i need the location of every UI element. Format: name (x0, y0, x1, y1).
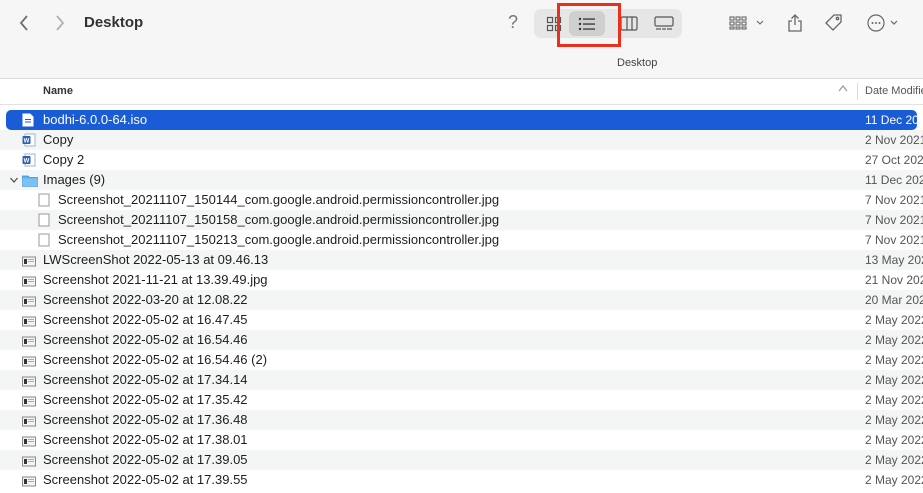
columns-icon (620, 16, 638, 31)
file-date: 11 Dec 2021 (865, 113, 923, 127)
ellipsis-circle-icon (867, 14, 898, 32)
file-row[interactable]: Screenshot 2022-05-02 at 17.36.48 2 May 2… (0, 410, 923, 430)
file-name: Screenshot 2022-05-02 at 16.54.46 (2) (43, 352, 268, 367)
file-date: 11 Dec 2021 (865, 173, 923, 187)
forward-chevron-icon[interactable] (49, 12, 71, 34)
file-row[interactable]: Screenshot_20211107_150144_com.google.an… (0, 190, 923, 210)
file-row[interactable]: W Copy 2 27 Oct 2021 (0, 150, 923, 170)
file-date: 2 May 2022 (865, 393, 923, 407)
file-date: 21 Nov 2021 (865, 273, 923, 287)
group-by-button[interactable] (728, 10, 768, 36)
file-row[interactable]: LWScreenShot 2022-05-13 at 09.46.13 13 Ma… (0, 250, 923, 270)
list-view-highlight-box (557, 3, 621, 47)
file-name: Screenshot 2022-05-02 at 17.35.42 (43, 392, 248, 407)
file-row-selected[interactable]: bodhi-6.0.0-64.iso 11 Dec 2021 (6, 110, 923, 130)
file-row[interactable]: Screenshot 2022-05-02 at 17.35.42 2 May 2… (0, 390, 923, 410)
file-row[interactable]: Screenshot 2022-03-20 at 12.08.22 20 Mar … (0, 290, 923, 310)
file-name: bodhi-6.0.0-64.iso (43, 112, 148, 127)
file-date: 7 Nov 2021 (865, 193, 923, 207)
group-grid-icon (729, 16, 764, 30)
file-date: 20 Mar 2022 (865, 293, 923, 307)
file-name: Copy 2 (43, 152, 85, 167)
file-name: Screenshot_20211107_150144_com.google.an… (58, 192, 500, 207)
svg-text:W: W (24, 139, 30, 145)
file-name: Copy (43, 132, 74, 147)
file-row[interactable]: Screenshot 2022-05-02 at 17.34.14 2 May 2… (0, 370, 923, 390)
file-date: 2 Nov 2021 (865, 133, 923, 147)
file-date: 2 May 2022 (865, 333, 923, 347)
file-date: 13 May 2022 (865, 253, 923, 267)
file-row[interactable]: Screenshot 2021-11-21 at 13.39.49.jpg 21 … (0, 270, 923, 290)
tag-icon[interactable] (822, 10, 846, 36)
svg-text:W: W (24, 159, 30, 165)
screenshot-icon (22, 473, 36, 493)
file-name: Screenshot_20211107_150213_com.google.an… (58, 232, 500, 247)
file-row[interactable]: Screenshot 2022-05-02 at 16.54.46 (2) 2 M… (0, 350, 923, 370)
window-title: Desktop (84, 14, 144, 31)
file-row[interactable]: Screenshot_20211107_150158_com.google.an… (0, 210, 923, 230)
column-divider[interactable] (857, 83, 858, 100)
file-name: Screenshot 2022-05-02 at 16.47.45 (43, 312, 248, 327)
name-column-header[interactable]: Name (43, 85, 73, 97)
gallery-icon (654, 16, 674, 30)
file-name: Screenshot 2022-05-02 at 16.54.46 (43, 332, 248, 347)
file-date: 27 Oct 2021 (865, 153, 923, 167)
gallery-view-button[interactable] (646, 11, 682, 36)
file-name: Screenshot 2022-03-20 at 12.08.22 (43, 292, 248, 307)
file-name: Screenshot 2021-11-21 at 13.39.49.jpg (43, 272, 268, 287)
file-date: 2 May 2022 (865, 373, 923, 387)
file-name: Screenshot 2022-05-02 at 17.38.01 (43, 432, 248, 447)
file-name: Screenshot 2022-05-02 at 17.34.14 (43, 372, 248, 387)
file-list: bodhi-6.0.0-64.iso 11 Dec 2021 W Copy 2 Nov … (0, 110, 923, 490)
file-row[interactable]: Screenshot_20211107_150213_com.google.an… (0, 230, 923, 250)
back-chevron-icon[interactable] (13, 12, 35, 34)
file-date: 7 Nov 2021 (865, 233, 923, 247)
column-header: Name Date Modified (0, 79, 923, 105)
file-name: Screenshot 2022-05-02 at 17.39.05 (43, 452, 248, 467)
help-icon[interactable]: ? (508, 12, 518, 33)
file-name: Screenshot_20211107_150158_com.google.an… (58, 212, 500, 227)
sort-ascending-icon (838, 83, 848, 95)
file-name: LWScreenShot 2022-05-13 at 09.46.13 (43, 252, 269, 267)
file-row[interactable]: Screenshot 2022-05-02 at 17.39.55 2 May 2… (0, 470, 923, 490)
file-date: 2 May 2022 (865, 453, 923, 467)
file-date: 2 May 2022 (865, 353, 923, 367)
date-column-header[interactable]: Date Modified (865, 85, 923, 97)
file-date: 2 May 2022 (865, 433, 923, 447)
file-row[interactable]: Images (9) 11 Dec 2021 (0, 170, 923, 190)
file-row[interactable]: Screenshot 2022-05-02 at 16.47.45 2 May 2… (0, 310, 923, 330)
file-name: Screenshot 2022-05-02 at 17.39.55 (43, 472, 248, 487)
toolbar: Desktop ? Desktop (0, 0, 923, 79)
file-row[interactable]: Screenshot 2022-05-02 at 17.39.05 2 May 2… (0, 450, 923, 470)
share-icon[interactable] (785, 10, 805, 36)
file-row[interactable]: Screenshot 2022-05-02 at 17.38.01 2 May 2… (0, 430, 923, 450)
file-date: 2 May 2022 (865, 313, 923, 327)
path-label: Desktop (617, 57, 658, 69)
file-date: 2 May 2022 (865, 473, 923, 487)
more-actions-button[interactable] (864, 10, 904, 36)
file-date: 2 May 2022 (865, 413, 923, 427)
file-name: Images (9) (43, 172, 106, 187)
file-row[interactable]: Screenshot 2022-05-02 at 16.54.46 2 May 2… (0, 330, 923, 350)
file-row[interactable]: W Copy 2 Nov 2021 (0, 130, 923, 150)
file-name: Screenshot 2022-05-02 at 17.36.48 (43, 412, 248, 427)
file-date: 7 Nov 2021 (865, 213, 923, 227)
